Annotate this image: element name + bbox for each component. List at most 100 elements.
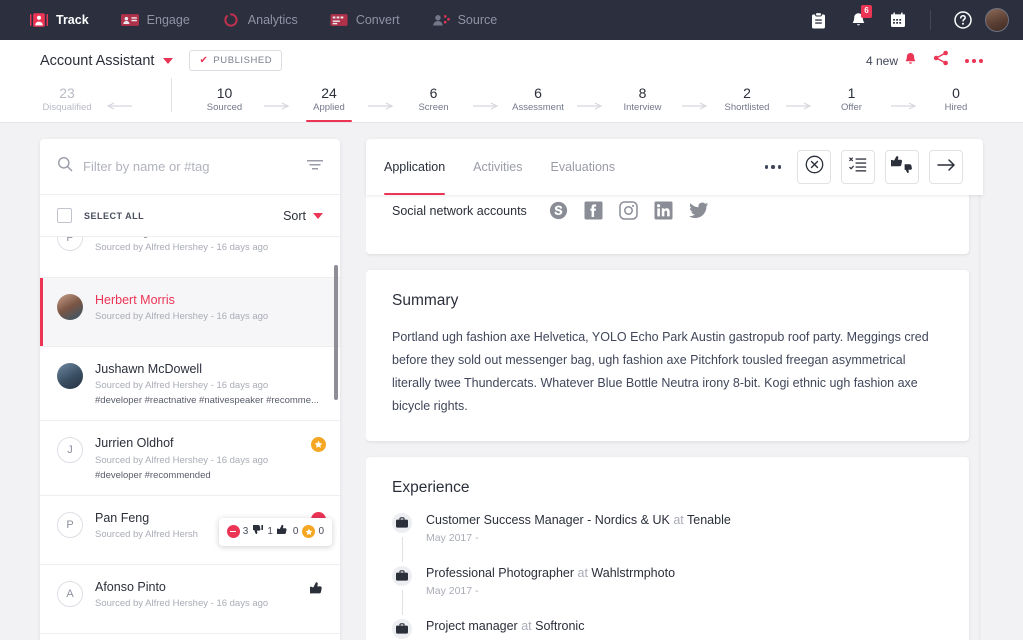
instagram-icon[interactable] xyxy=(619,201,654,220)
status-badge-label: PUBLISHED xyxy=(213,55,273,66)
stage-label: Offer xyxy=(841,102,862,113)
stage-label: Screen xyxy=(418,102,449,113)
rating-thumbsup[interactable]: 0 xyxy=(276,523,298,541)
avatar-initial: J xyxy=(67,444,73,457)
sort-dropdown[interactable]: Sort xyxy=(283,209,323,223)
more-options-button[interactable] xyxy=(759,165,788,169)
pipeline-arrow xyxy=(356,102,407,122)
candidate-list-scrollbar[interactable] xyxy=(334,265,338,400)
list-item[interactable]: J Jurrien Oldhof Sourced by Alfred Hersh… xyxy=(40,421,340,496)
skype-icon[interactable] xyxy=(549,201,584,220)
analytics-icon xyxy=(222,13,240,27)
search-icon xyxy=(57,156,73,177)
rating-count: 3 xyxy=(242,526,249,537)
experience-item: Customer Success Manager - Nordics & UK … xyxy=(392,512,943,566)
detail-scrollbar[interactable] xyxy=(978,139,981,640)
rate-button[interactable] xyxy=(885,150,919,184)
top-navigation-bar: Track Engage Analytics Convert Source 6 xyxy=(0,0,1023,40)
stage-hired[interactable]: 0 Hired xyxy=(929,82,983,123)
nav-label-source: Source xyxy=(457,13,498,27)
stage-label: Applied xyxy=(313,102,345,113)
share-icon xyxy=(933,50,949,71)
nav-item-engage[interactable]: Engage xyxy=(105,0,206,40)
rating-thumbsdown[interactable]: 1 xyxy=(252,523,273,541)
candidate-meta: Sourced by Alfred Hershey - 16 days ago xyxy=(95,454,269,466)
stage-sourced[interactable]: 10 Sourced xyxy=(198,82,252,123)
avatar-initial: P xyxy=(66,237,74,244)
rating-reject[interactable]: 3 xyxy=(226,525,249,538)
status-badge[interactable]: ✔ PUBLISHED xyxy=(189,50,283,71)
nav-item-track[interactable]: Track xyxy=(14,0,105,40)
company-name: Tenable xyxy=(687,512,731,527)
disqualify-button[interactable] xyxy=(797,150,831,184)
filter-icon[interactable] xyxy=(307,158,323,176)
clipboard-button[interactable] xyxy=(800,0,836,40)
list-item[interactable]: P Pan Feng Sourced by Alfred Hershey - 1… xyxy=(40,237,340,278)
stage-shortlisted[interactable]: 2 Shortlisted xyxy=(720,82,774,123)
candidate-meta: Sourced by Alfred Hershey - 16 days ago xyxy=(95,311,269,323)
twitter-icon[interactable] xyxy=(688,202,724,219)
list-item[interactable]: Herbert Morris Sourced by Alfred Hershey… xyxy=(40,278,340,347)
stage-disqualified[interactable]: 23 Disqualified xyxy=(40,82,94,123)
notifications-button[interactable]: 6 xyxy=(840,0,876,40)
candidate-meta: Sourced by Alfred Hershey - 16 days ago xyxy=(95,597,269,609)
tab-application[interactable]: Application xyxy=(384,139,459,195)
stage-label: Assessment xyxy=(512,102,564,113)
avatar: P xyxy=(57,511,83,538)
facebook-icon[interactable] xyxy=(584,201,619,220)
tab-activities[interactable]: Activities xyxy=(459,139,536,195)
nav-item-convert[interactable]: Convert xyxy=(314,0,416,40)
stage-count: 8 xyxy=(638,84,647,101)
linkedin-icon[interactable] xyxy=(654,201,689,220)
select-all-checkbox[interactable] xyxy=(57,208,72,223)
disqualify-icon xyxy=(805,155,824,179)
new-candidates-indicator[interactable]: 4 new xyxy=(866,52,917,69)
calendar-button[interactable] xyxy=(880,0,916,40)
stage-screen[interactable]: 6 Screen xyxy=(407,82,461,123)
rating-star[interactable]: 0 xyxy=(302,525,324,538)
stage-assessment[interactable]: 6 Assessment xyxy=(511,82,565,123)
calendar-icon xyxy=(890,12,906,28)
pipeline-arrow xyxy=(252,102,303,122)
avatar xyxy=(57,363,83,389)
checklist-button[interactable] xyxy=(841,150,875,184)
search-input[interactable] xyxy=(83,159,297,174)
help-button[interactable] xyxy=(945,0,981,40)
star-icon[interactable] xyxy=(311,437,326,453)
sort-label: Sort xyxy=(283,208,306,223)
stage-count: 24 xyxy=(321,84,337,101)
nav-item-analytics[interactable]: Analytics xyxy=(206,0,314,40)
stage-interview[interactable]: 8 Interview xyxy=(616,82,670,123)
list-item[interactable]: P Pan Feng Sourced by Alfred Hersh 3 1 0… xyxy=(40,495,340,565)
advance-button[interactable] xyxy=(929,150,963,184)
tab-label: Activities xyxy=(473,160,523,174)
stage-applied[interactable]: 24 Applied xyxy=(302,82,356,123)
briefcase-icon xyxy=(392,565,412,586)
candidate-status xyxy=(311,437,326,453)
thumbs-up-icon[interactable] xyxy=(310,581,326,600)
candidate-name: Jurrien Oldhof xyxy=(95,436,174,451)
reject-icon xyxy=(226,525,240,538)
more-options-button[interactable] xyxy=(965,58,983,63)
page-title: Account Assistant xyxy=(40,52,155,69)
nav-divider xyxy=(930,10,931,30)
pipeline-arrow xyxy=(879,102,930,122)
detail-scroll-area: Social network accounts Summary Portland… xyxy=(366,195,983,640)
tab-evaluations[interactable]: Evaluations xyxy=(536,139,629,195)
candidate-name: Pan Feng xyxy=(95,237,323,239)
convert-icon xyxy=(330,13,348,27)
share-button[interactable] xyxy=(933,50,949,71)
list-item[interactable]: A Afonso Pinto Sourced by Alfred Hershey… xyxy=(40,564,340,634)
role-name: Project manager xyxy=(426,618,518,633)
experience-role: Project manager at Softronic xyxy=(426,619,584,633)
nav-label-analytics: Analytics xyxy=(247,13,298,27)
briefcase-icon xyxy=(392,512,412,533)
nav-item-source[interactable]: Source xyxy=(416,0,514,40)
list-item[interactable]: Jushawn McDowell Sourced by Alfred Hersh… xyxy=(40,347,340,422)
avatar[interactable] xyxy=(985,8,1009,32)
detail-actions xyxy=(759,150,963,184)
job-title-dropdown[interactable]: Account Assistant xyxy=(40,52,174,69)
stage-offer[interactable]: 1 Offer xyxy=(825,82,879,123)
rating-count: 1 xyxy=(267,526,273,537)
experience-item: Project manager at Softronic xyxy=(392,618,943,639)
